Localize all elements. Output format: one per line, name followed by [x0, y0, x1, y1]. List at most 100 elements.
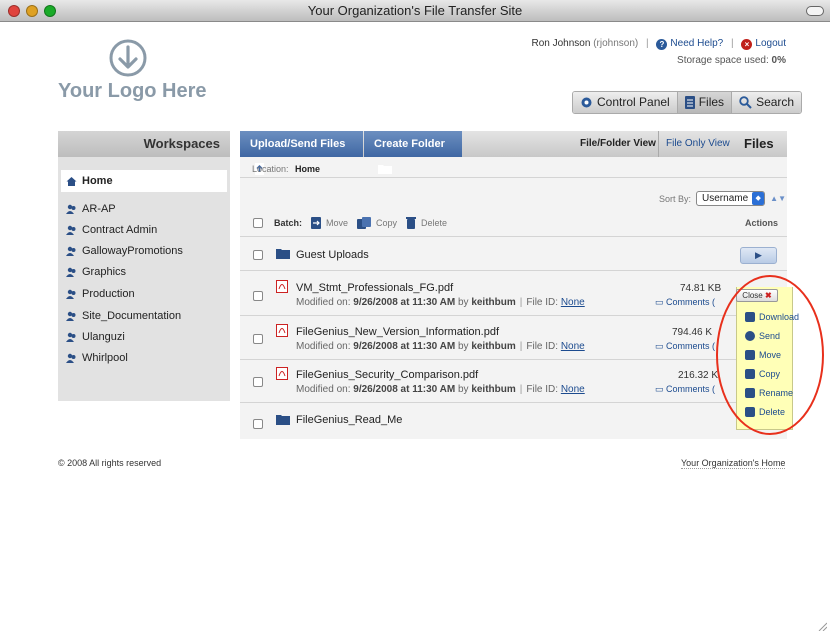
- user-name: Ron Johnson: [531, 38, 591, 49]
- download-arrow-logo-icon: [109, 39, 147, 77]
- file-name[interactable]: VM_Stmt_Professionals_FG.pdf: [296, 282, 453, 294]
- zoom-window-button[interactable]: [44, 5, 56, 17]
- tab-label: Search: [756, 95, 795, 109]
- meta-prefix: Modified on:: [296, 297, 351, 308]
- sort-select[interactable]: Username ◆: [696, 191, 766, 206]
- section-title: Files: [744, 136, 774, 151]
- row-checkbox[interactable]: [253, 419, 263, 429]
- row-checkbox[interactable]: [253, 291, 263, 301]
- user-bar: Ron Johnson (rjohnson) | ? Need Help? | ×…: [531, 38, 786, 50]
- files-panel: Upload/Send Files Create Folder File/Fol…: [240, 131, 787, 439]
- row-checkbox[interactable]: [253, 250, 263, 260]
- sidebar-item-contract-admin[interactable]: Contract Admin: [66, 224, 157, 236]
- meta-by: by: [457, 341, 469, 352]
- folder-icon: [276, 249, 290, 259]
- dropdown-arrow-icon: ◆: [752, 192, 765, 205]
- user-username: (rjohnson): [593, 38, 639, 49]
- sidebar-item-galloway-promotions[interactable]: GallowayPromotions: [66, 245, 183, 257]
- sidebar-item-label: Whirlpool: [82, 352, 128, 364]
- workspaces-sidebar: Workspaces Home AR-AP Contract Admin Gal…: [58, 131, 230, 401]
- group-icon: [66, 246, 76, 256]
- batch-move[interactable]: Move: [326, 218, 348, 228]
- toolbar-toggle-button[interactable]: [806, 6, 824, 16]
- divider: [240, 402, 787, 403]
- pdf-icon: [276, 280, 288, 293]
- sort-label: Sort By:: [659, 193, 692, 204]
- batch-label: Batch:: [274, 218, 303, 228]
- fileid-label: File ID:: [526, 341, 559, 352]
- new-folder-icon: [378, 165, 392, 174]
- group-icon: [66, 204, 76, 214]
- home-icon: [66, 176, 77, 186]
- tab-search[interactable]: Search: [732, 92, 802, 113]
- tab-control-panel[interactable]: Control Panel: [573, 92, 678, 113]
- tab-files[interactable]: Files: [677, 92, 733, 113]
- file-folder-view-label[interactable]: File/Folder View: [580, 131, 656, 157]
- location-value[interactable]: Home: [295, 164, 320, 174]
- folder-name[interactable]: FileGenius_Read_Me: [296, 414, 402, 426]
- upload-send-files-button[interactable]: Upload/Send Files: [240, 131, 363, 175]
- actions-header: Actions: [745, 218, 779, 228]
- group-icon: [66, 353, 76, 363]
- create-folder-label: Create Folder: [374, 138, 445, 150]
- storage-value: 0%: [771, 55, 786, 66]
- comments-link[interactable]: ▭ Comments (: [655, 384, 715, 395]
- logout-icon: ×: [741, 39, 753, 50]
- help-link[interactable]: Need Help?: [670, 38, 723, 49]
- sidebar-item-whirlpool[interactable]: Whirlpool: [66, 352, 128, 364]
- organization-home-link[interactable]: Your Organization's Home: [681, 458, 786, 469]
- sidebar-title: Workspaces: [58, 131, 230, 157]
- sort-control: Sort By: Username ◆ ▲▼: [659, 191, 786, 206]
- batch-delete[interactable]: Delete: [421, 218, 447, 228]
- comments-label: Comments (: [666, 341, 716, 351]
- sidebar-item-home[interactable]: Home: [61, 170, 227, 192]
- resize-grip-icon[interactable]: [817, 621, 827, 631]
- divider: [240, 177, 787, 178]
- sidebar-item-label: AR-AP: [82, 203, 116, 215]
- logout-link[interactable]: Logout: [755, 38, 786, 49]
- select-all-checkbox[interactable]: [253, 218, 263, 228]
- sidebar-item-site-documentation[interactable]: Site_Documentation: [66, 310, 181, 322]
- fileid-value[interactable]: None: [561, 341, 585, 352]
- sidebar-item-graphics[interactable]: Graphics: [66, 266, 126, 278]
- folder-icon: [276, 415, 290, 425]
- fileid-value[interactable]: None: [561, 297, 585, 308]
- folder-name[interactable]: Guest Uploads: [296, 249, 369, 261]
- comments-link[interactable]: ▭ Comments (: [655, 341, 715, 352]
- divider: [240, 270, 787, 271]
- batch-actions: Batch: Move Copy Delete: [274, 217, 447, 229]
- sidebar-item-label: Production: [82, 288, 135, 300]
- file-only-view-link[interactable]: File Only View: [666, 131, 730, 157]
- sort-select-value: Username: [702, 193, 749, 204]
- batch-copy[interactable]: Copy: [376, 218, 397, 228]
- sidebar-item-ar-ap[interactable]: AR-AP: [66, 203, 116, 215]
- create-folder-button[interactable]: Create Folder: [364, 131, 462, 174]
- tab-label: Files: [698, 95, 725, 109]
- sidebar-item-production[interactable]: Production: [66, 288, 135, 300]
- row-checkbox[interactable]: [253, 334, 263, 344]
- highlight-ring: [716, 275, 824, 435]
- trash-icon[interactable]: [406, 217, 417, 229]
- row-checkbox[interactable]: [253, 377, 263, 387]
- move-icon[interactable]: [311, 217, 322, 229]
- separator: |: [519, 341, 523, 352]
- copy-icon[interactable]: [357, 217, 372, 229]
- sort-direction-icon[interactable]: ▲▼: [770, 194, 786, 203]
- window-title: Your Organization's File Transfer Site: [307, 3, 523, 18]
- expand-row-button[interactable]: ▶: [740, 247, 777, 264]
- comments-link[interactable]: ▭ Comments (: [655, 297, 715, 308]
- minimize-window-button[interactable]: [26, 5, 38, 17]
- file-name[interactable]: FileGenius_New_Version_Information.pdf: [296, 326, 499, 338]
- sidebar-item-label: Contract Admin: [82, 224, 158, 236]
- group-icon: [66, 267, 76, 277]
- file-name[interactable]: FileGenius_Security_Comparison.pdf: [296, 369, 478, 381]
- fileid-label: File ID:: [526, 384, 559, 395]
- sidebar-item-ulanguzi[interactable]: Ulanguzi: [66, 331, 125, 343]
- group-icon: [66, 332, 76, 342]
- group-icon: [66, 311, 76, 321]
- location-label: Location:: [252, 164, 289, 174]
- close-window-button[interactable]: [8, 5, 20, 17]
- file-size: 74.81 KB: [680, 283, 722, 294]
- fileid-value[interactable]: None: [561, 384, 585, 395]
- document-icon: [684, 96, 695, 109]
